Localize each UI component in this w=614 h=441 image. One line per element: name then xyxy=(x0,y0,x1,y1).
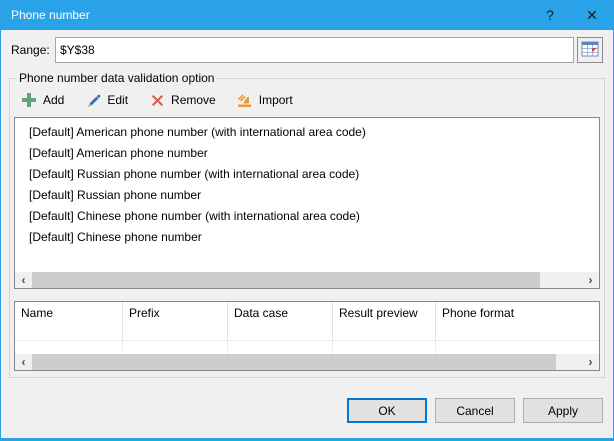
list-item[interactable]: [Default] Chinese phone number xyxy=(15,227,599,248)
remove-button[interactable]: Remove xyxy=(148,91,216,109)
scroll-right-icon[interactable]: › xyxy=(582,272,599,288)
table-header-row: Name Prefix Data case Result preview Phone f… xyxy=(15,302,599,340)
add-icon xyxy=(20,91,38,109)
scroll-left-icon[interactable]: ‹ xyxy=(15,272,32,288)
scroll-left-icon[interactable]: ‹ xyxy=(15,354,32,370)
list-item[interactable]: [Default] American phone number xyxy=(15,143,599,164)
add-label: Add xyxy=(43,93,65,107)
column-header-name[interactable]: Name xyxy=(15,302,123,340)
add-button[interactable]: Add xyxy=(20,91,64,109)
table-scroll-thumb[interactable] xyxy=(32,354,556,370)
list-item[interactable]: [Default] American phone number (with in… xyxy=(15,122,599,143)
edit-icon xyxy=(84,91,102,109)
column-header-result-preview[interactable]: Result preview xyxy=(333,302,436,340)
import-icon xyxy=(236,91,254,109)
list-horizontal-scrollbar[interactable]: ‹ › xyxy=(15,272,599,288)
group-title: Phone number data validation option xyxy=(19,71,215,85)
validation-list-box: [Default] American phone number (with in… xyxy=(14,117,600,289)
detail-table: Name Prefix Data case Result preview Phone f… xyxy=(14,301,600,371)
close-icon: ✕ xyxy=(586,6,598,23)
ok-button[interactable]: OK xyxy=(347,398,427,423)
list-scroll-track[interactable] xyxy=(32,272,582,288)
range-row: Range: xyxy=(11,37,603,63)
toolbar: Add Edit Remove Import xyxy=(14,85,600,117)
table-horizontal-scrollbar[interactable]: ‹ › xyxy=(15,354,599,370)
table-scroll-track[interactable] xyxy=(32,354,582,370)
title-bar: Phone number ? ✕ xyxy=(1,0,613,30)
list-item[interactable]: [Default] Russian phone number xyxy=(15,185,599,206)
list-item[interactable]: [Default] Chinese phone number (with int… xyxy=(15,206,599,227)
cancel-button[interactable]: Cancel xyxy=(435,398,515,423)
range-picker-icon xyxy=(581,41,599,60)
range-input[interactable] xyxy=(55,37,574,63)
import-button[interactable]: Import xyxy=(236,91,293,109)
validation-option-group: Phone number data validation option Add xyxy=(9,71,605,378)
window-title: Phone number xyxy=(11,8,90,22)
range-label: Range: xyxy=(11,43,50,57)
validation-list: [Default] American phone number (with in… xyxy=(15,118,599,272)
help-button[interactable]: ? xyxy=(529,0,571,30)
edit-label: Edit xyxy=(107,93,129,107)
remove-icon xyxy=(148,91,166,109)
help-icon: ? xyxy=(546,7,554,23)
column-header-prefix[interactable]: Prefix xyxy=(123,302,228,340)
remove-label: Remove xyxy=(171,93,216,107)
column-header-data-case[interactable]: Data case xyxy=(228,302,333,340)
edit-button[interactable]: Edit xyxy=(84,91,128,109)
phone-number-dialog: Phone number ? ✕ Range: $Y$38 Phone numb… xyxy=(0,0,614,441)
column-header-phone-format[interactable]: Phone format xyxy=(436,302,599,340)
scroll-right-icon[interactable]: › xyxy=(582,354,599,370)
range-picker-button[interactable] xyxy=(577,37,603,63)
table-empty-row xyxy=(15,340,599,354)
import-label: Import xyxy=(258,93,293,107)
list-item[interactable]: [Default] Russian phone number (with int… xyxy=(15,164,599,185)
close-button[interactable]: ✕ xyxy=(571,0,613,30)
list-scroll-thumb[interactable] xyxy=(32,272,540,288)
apply-button[interactable]: Apply xyxy=(523,398,603,423)
dialog-buttons: OK Cancel Apply xyxy=(1,398,603,423)
